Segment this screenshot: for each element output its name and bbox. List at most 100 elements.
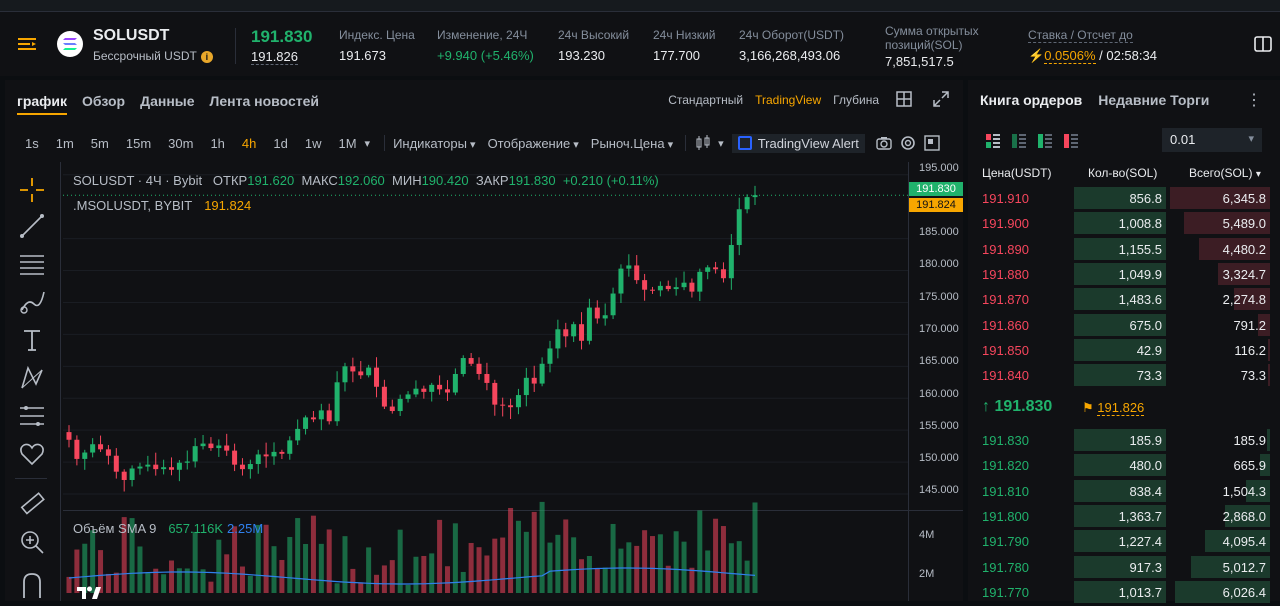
- price-axis[interactable]: 195.000 185.000 180.000 175.000 170.000 …: [908, 162, 963, 601]
- heart-icon[interactable]: [18, 440, 46, 468]
- book-asks-green-icon[interactable]: [1038, 134, 1052, 148]
- candles-type-icon[interactable]: [694, 134, 712, 152]
- volume-bar: [437, 519, 443, 593]
- ask-row[interactable]: 191.880 1,049.9 3,324.7: [968, 262, 1280, 286]
- candle-body: [208, 443, 214, 449]
- candle-body: [610, 293, 616, 316]
- timeframe-30m[interactable]: 30m: [168, 136, 193, 151]
- timeframe-4h[interactable]: 4h: [242, 136, 256, 151]
- ask-row[interactable]: 191.840 73.3 73.3: [968, 363, 1280, 387]
- mark-price[interactable]: 191.826: [251, 49, 298, 65]
- market-price-dropdown[interactable]: Рыноч.Цена: [591, 136, 673, 151]
- candle-body: [287, 440, 293, 454]
- indicators-dropdown[interactable]: Индикаторы: [393, 136, 475, 151]
- timeframe-1M[interactable]: 1M: [338, 136, 356, 151]
- tab-order-book[interactable]: Книга ордеров: [980, 92, 1082, 108]
- mark-price-tag: 191.824: [909, 198, 963, 212]
- candle-body: [642, 280, 648, 290]
- expand-icon[interactable]: [933, 91, 949, 107]
- trend-line-icon[interactable]: [18, 212, 46, 240]
- ask-row[interactable]: 191.850 42.9 116.2: [968, 338, 1280, 362]
- candle-body: [271, 451, 277, 457]
- horizontal-lines-icon[interactable]: [18, 250, 46, 278]
- candle-body: [66, 432, 72, 440]
- brush-icon[interactable]: [18, 288, 46, 316]
- zoom-in-icon[interactable]: [18, 528, 46, 556]
- text-tool-icon[interactable]: [18, 326, 46, 354]
- ask-row[interactable]: 191.870 1,483.6 2,274.8: [968, 287, 1280, 311]
- magnet-icon[interactable]: [18, 570, 46, 598]
- tab-news[interactable]: Лента новостей: [210, 93, 319, 115]
- candle-body: [295, 428, 301, 441]
- ask-row[interactable]: 191.890 1,155.5 4,480.2: [968, 237, 1280, 261]
- settings-icon[interactable]: [899, 134, 917, 152]
- tradingview-alert-button[interactable]: TradingView Alert: [731, 133, 865, 153]
- volume-bar: [649, 536, 655, 593]
- bid-row[interactable]: 191.800 1,363.7 2,868.0: [968, 504, 1280, 528]
- book-asks-icon[interactable]: [1064, 134, 1078, 148]
- ruler-icon[interactable]: [18, 490, 46, 518]
- bid-row[interactable]: 191.790 1,227.4 4,095.4: [968, 529, 1280, 553]
- display-dropdown[interactable]: Отображение: [488, 136, 579, 151]
- timeframe-1w[interactable]: 1w: [305, 136, 322, 151]
- volume-bar: [413, 556, 419, 593]
- book-bids-icon[interactable]: [1012, 134, 1026, 148]
- book-both-icon[interactable]: [986, 134, 1000, 148]
- candle-body: [200, 443, 206, 447]
- price-step-select[interactable]: 0.01: [1162, 128, 1262, 152]
- view-standard[interactable]: Стандартный: [668, 93, 743, 107]
- row-total: 73.3: [1240, 368, 1266, 384]
- axis-price: 150.000: [919, 452, 959, 464]
- tab-chart[interactable]: график: [17, 93, 68, 115]
- legend-open-label: ОТКР: [212, 173, 248, 188]
- mid-mark-price: ⚑ 191.826: [1082, 400, 1145, 416]
- volume-bar: [642, 530, 648, 593]
- volume-bar: [342, 536, 348, 593]
- row-total: 116.2: [1234, 342, 1266, 358]
- timeframe-1m[interactable]: 1m: [56, 136, 74, 151]
- row-qty: 1,049.9: [1118, 266, 1162, 282]
- grid-layout-icon[interactable]: [896, 91, 912, 107]
- candle-body: [429, 384, 435, 392]
- pattern-icon[interactable]: [18, 364, 46, 392]
- more-options-icon[interactable]: ⋮: [1246, 90, 1262, 110]
- bid-row[interactable]: 191.780 917.3 5,012.7: [968, 555, 1280, 579]
- view-tradingview[interactable]: TradingView: [755, 93, 821, 107]
- candles-more-icon[interactable]: ▾: [718, 137, 724, 150]
- measure-levels-icon[interactable]: [18, 402, 46, 430]
- camera-icon[interactable]: [875, 134, 893, 152]
- tab-data[interactable]: Данные: [140, 93, 194, 115]
- row-qty: 1,013.7: [1118, 584, 1162, 600]
- ask-row[interactable]: 191.900 1,008.8 5,489.0: [968, 211, 1280, 235]
- bid-row[interactable]: 191.810 838.4 1,504.3: [968, 479, 1280, 503]
- volume-bar: [310, 515, 316, 593]
- crosshair-icon[interactable]: [18, 176, 46, 204]
- col-total-header[interactable]: Всего(SOL) ▾: [1189, 166, 1261, 180]
- tab-recent-trades[interactable]: Недавние Торги: [1098, 92, 1209, 108]
- bid-row[interactable]: 191.830 185.9 185.9: [968, 428, 1280, 452]
- mid-price: ↑ 191.830: [982, 398, 1053, 415]
- funding-label[interactable]: Ставка / Отсчет до: [1028, 28, 1133, 43]
- tab-overview[interactable]: Обзор: [82, 93, 125, 115]
- book-layout-icon[interactable]: [1254, 36, 1272, 52]
- candle-body: [508, 405, 514, 408]
- tradingview-logo-icon[interactable]: [77, 585, 101, 606]
- candle-body: [523, 377, 529, 396]
- timeframe-5m[interactable]: 5m: [91, 136, 109, 151]
- info-icon[interactable]: i: [200, 51, 213, 63]
- stat-label: 24ч Оборот(USDT): [739, 28, 845, 42]
- timeframe-15m[interactable]: 15m: [126, 136, 151, 151]
- timeframe-1d[interactable]: 1d: [273, 136, 287, 151]
- timeframe-1s[interactable]: 1s: [25, 136, 39, 151]
- drawing-toolbar: [5, 168, 57, 601]
- menu-icon[interactable]: [17, 34, 37, 54]
- timeframe-1h[interactable]: 1h: [210, 136, 224, 151]
- ask-row[interactable]: 191.860 675.0 791.2: [968, 313, 1280, 337]
- bid-row[interactable]: 191.770 1,013.7 6,026.4: [968, 580, 1280, 604]
- bid-row[interactable]: 191.820 480.0 665.9: [968, 453, 1280, 477]
- view-depth[interactable]: Глубина: [833, 93, 879, 107]
- ask-row[interactable]: 191.910 856.8 6,345.8: [968, 186, 1280, 210]
- symbol-title[interactable]: SOLUSDT: [93, 27, 169, 45]
- fullscreen-icon[interactable]: [923, 134, 941, 152]
- timeframe-more-icon[interactable]: ▾: [365, 137, 371, 150]
